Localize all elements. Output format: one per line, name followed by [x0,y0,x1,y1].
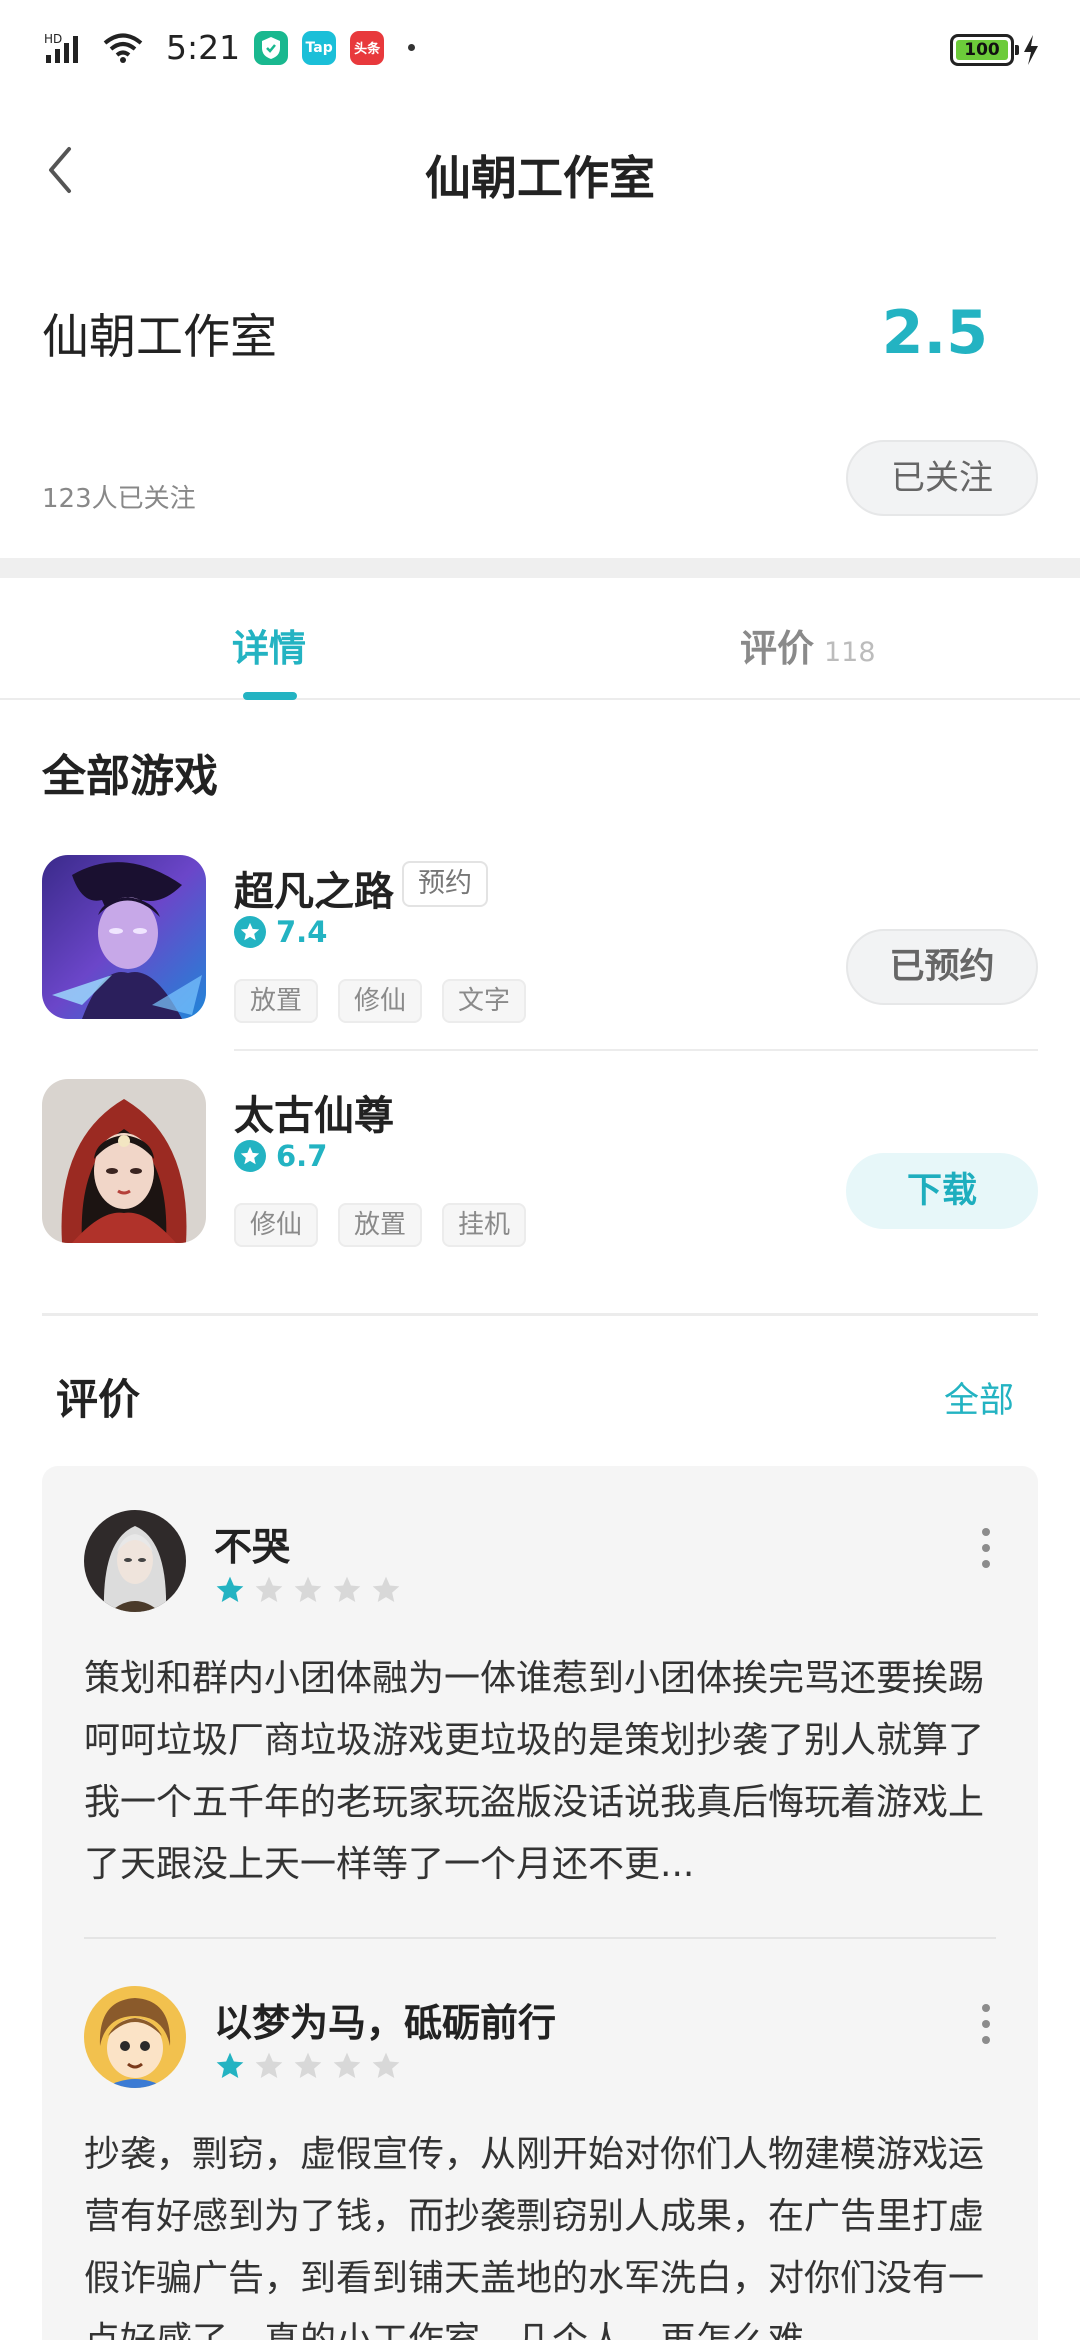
star-badge-icon [234,916,266,948]
tab-reviews[interactable]: 评价 118 [740,618,876,672]
game-tags: 修仙 放置 挂机 [234,1203,527,1247]
game-item[interactable]: 太古仙尊 6.7 修仙 放置 挂机 下载 [42,1079,1038,1249]
game-divider [234,1049,1038,1051]
preorder-badge: 预约 [402,861,488,907]
status-time: 5:21 [166,28,241,67]
taptap-app-icon: Tap [302,30,337,65]
section-divider [0,558,1080,578]
rating-value: 7.4 [276,915,328,949]
game-tag[interactable]: 修仙 [234,1203,319,1247]
review-divider [84,1937,996,1939]
charging-bolt-icon [1024,35,1038,65]
section-divider [42,1313,1038,1316]
reviewer-name[interactable]: 不哭 [214,1516,290,1571]
review-stars [214,2050,402,2082]
tab-bar: 详情 评价 118 [0,578,1080,700]
game-icon-chaofan[interactable] [42,855,206,1019]
game-tag[interactable]: 放置 [234,979,319,1023]
tab-reviews-label: 评价 [740,627,814,670]
star-empty-icon [255,2052,283,2078]
avatar[interactable] [84,1986,186,2088]
reviewer-name[interactable]: 以梦为马，砥砺前行 [214,1992,556,2047]
tab-reviews-count: 118 [824,637,876,668]
game-tag[interactable]: 修仙 [338,979,423,1023]
tab-active-indicator [243,692,297,700]
battery-icon: 100 [950,34,1019,66]
star-empty-icon [372,1576,400,1602]
game-tag[interactable]: 放置 [338,1203,423,1247]
star-badge-icon [234,1140,266,1172]
header: 仙朝工作室 [0,120,1080,230]
status-left: HD 5:21 Tap 头条 [44,28,416,67]
star-filled-icon [216,2052,244,2078]
follow-button[interactable]: 已关注 [846,440,1038,516]
reviews-title: 评价 [56,1375,141,1424]
reserved-button[interactable]: 已预约 [846,929,1038,1005]
studio-name: 仙朝工作室 [42,310,277,365]
game-name[interactable]: 超凡之路 [234,859,394,917]
page-title: 仙朝工作室 [425,151,655,205]
game-icon-taigu[interactable] [42,1079,206,1243]
avatar[interactable] [84,1510,186,1612]
status-bar: HD 5:21 Tap 头条 100 [0,0,1080,100]
all-games-title: 全部游戏 [42,751,218,802]
followers-count: 123人已关注 [42,484,196,514]
status-right: 100 [950,34,1040,66]
rating-value: 6.7 [276,1139,328,1173]
star-empty-icon [294,1576,322,1602]
game-tags: 放置 修仙 文字 [234,979,527,1023]
game-item[interactable]: 超凡之路 预约 7.4 放置 修仙 文字 已预约 [42,855,1038,1025]
studio-score: 2.5 [881,298,988,368]
game-tag[interactable]: 文字 [442,979,527,1023]
star-empty-icon [255,1576,283,1602]
battery-level: 100 [956,40,1008,60]
more-options-icon[interactable] [976,2004,996,2044]
star-empty-icon [333,2052,361,2078]
download-button[interactable]: 下载 [846,1153,1038,1229]
game-name[interactable]: 太古仙尊 [234,1083,394,1141]
game-tag[interactable]: 挂机 [442,1203,527,1247]
reviews-card: 不哭 策划和群内小团体融为一体谁惹到小团体挨完骂还要挨踢呵呵垃圾厂商垃圾游戏更垃… [42,1466,1038,2340]
star-empty-icon [333,1576,361,1602]
tab-details-label: 详情 [232,627,306,670]
notification-dot-icon [408,44,416,51]
toutiao-app-icon: 头条 [350,30,385,65]
star-empty-icon [372,2052,400,2078]
star-empty-icon [294,2052,322,2078]
more-options-icon[interactable] [976,1528,996,1568]
review-text[interactable]: 抄袭，剽窃，虚假宣传，从刚开始对你们人物建模游戏运营有好感到为了钱，而抄袭剽窃别… [84,2124,996,2340]
signal-icon: HD [44,32,78,63]
shield-app-icon [254,30,289,65]
review-text[interactable]: 策划和群内小团体融为一体谁惹到小团体挨完骂还要挨踢呵呵垃圾厂商垃圾游戏更垃圾的是… [84,1648,996,1896]
review-stars [214,1574,402,1606]
wifi-icon [103,33,143,63]
network-type-label: HD [44,32,62,46]
game-rating: 6.7 [234,1139,327,1173]
reviews-all-link[interactable]: 全部 [944,1372,1014,1423]
game-rating: 7.4 [234,915,327,949]
star-filled-icon [216,1576,244,1602]
tab-details[interactable]: 详情 [232,618,306,672]
